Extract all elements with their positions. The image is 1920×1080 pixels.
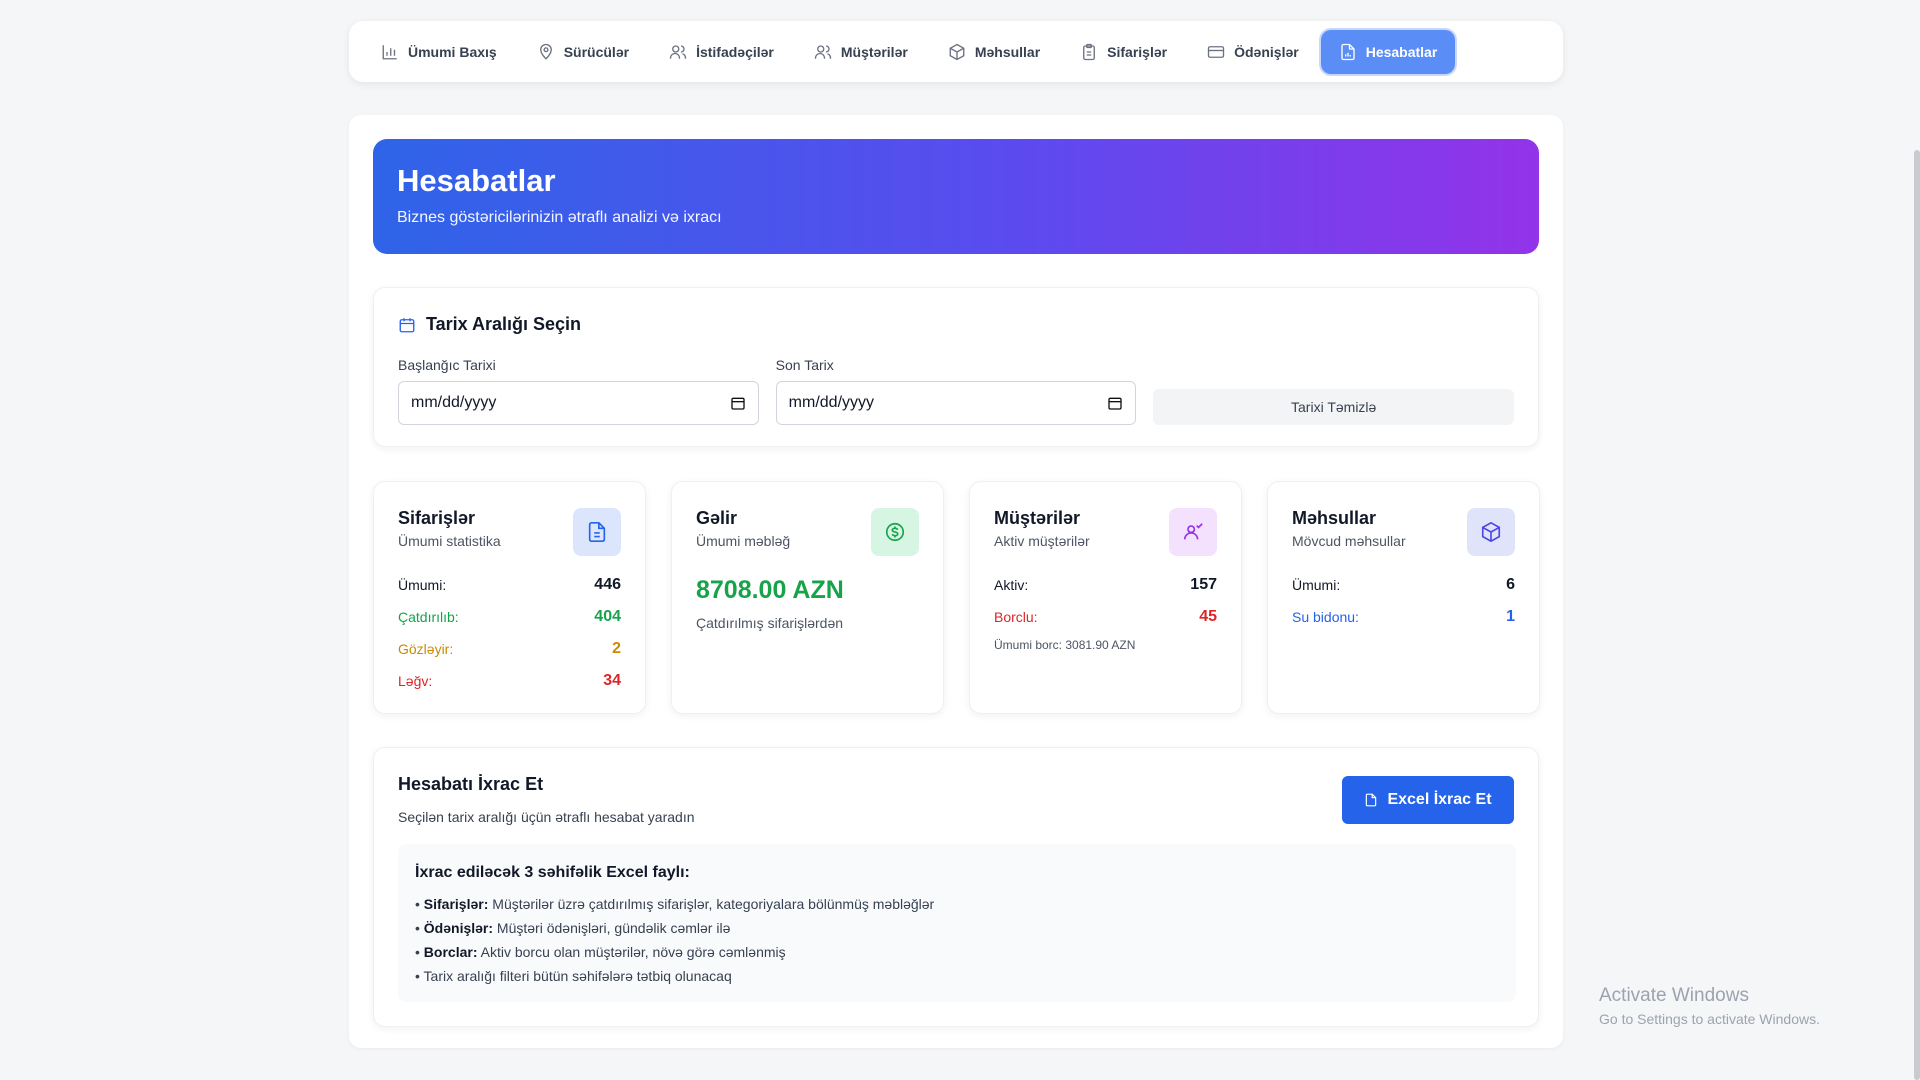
nav-item-label: Müştərilər [840,43,908,60]
stat-row-active: Aktiv: 157 [994,576,1217,594]
export-card: Hesabatı İxrac Et Seçilən tarix aralığı … [373,747,1539,1027]
stat-label: Ləğv: [398,673,433,689]
stat-title: Müştərilər [994,508,1081,528]
revenue-amount: 8708.00 AZN [696,576,844,604]
date-range-title: Tarix Aralığı Seçin [398,314,1514,335]
export-info-title: İxrac ediləcək 3 səhifəlik Excel faylı: [415,864,690,881]
nav-item-label: Sifarişlər [1107,43,1168,60]
nav-item-products[interactable]: Məhsullar [930,30,1058,74]
users-icon [669,44,687,59]
nav-item-label: Hesabatlar [1365,43,1438,60]
page-title: Hesabatlar [397,163,556,198]
nav-item-label: Məhsullar [974,43,1041,60]
list-item: • Ödənişlər: Müştəri ödənişləri, gündəli… [415,920,731,936]
stat-label: Gözləyir: [398,641,454,657]
package-icon [949,43,965,60]
list-item: • Borclar: Aktiv borcu olan müştərilər, … [415,944,786,960]
stat-subtitle: Ümumi məbləğ [696,533,791,549]
customers-stat-card: Müştərilər Aktiv müştərilər Aktiv: 157 B… [969,481,1242,714]
nav-item-payments[interactable]: Ödənişlər [1189,30,1317,74]
stat-row-total: Ümumi: 6 [1292,576,1515,594]
watermark-line: Activate Windows [1599,985,1749,1006]
excel-export-label: Excel İxrac Et [1387,791,1492,808]
stat-row-cancelled: Ləğv: 34 [398,672,621,690]
date-range-title-text: Tarix Aralığı Seçin [426,314,582,334]
main-panel: Hesabatlar Biznes göstəricilərinizin ətr… [349,115,1563,1048]
stat-row-delivered: Çatdırılıb: 404 [398,608,621,626]
watermark-line: Go to Settings to activate Windows. [1599,1011,1820,1027]
stat-row-total: Ümumi: 446 [398,576,621,594]
stat-title: Sifarişlər [398,508,476,528]
end-date-input[interactable]: mm/dd/yyyy [775,381,1137,425]
nav-item-orders[interactable]: Sifarişlər [1062,30,1185,74]
nav-item-drivers[interactable]: Sürücülər [519,30,647,74]
stat-value: 446 [594,576,621,593]
nav-item-label: Sürücülər [563,43,630,60]
windows-activation-watermark: Activate Windows Go to Settings to activ… [1599,985,1820,1027]
file-chart-icon [1341,43,1355,60]
stat-label: Çatdırılıb: [398,609,459,625]
stat-label: Aktiv: [994,577,1029,593]
excel-export-button[interactable]: Excel İxrac Et [1342,776,1514,824]
stat-subtitle: Aktiv müştərilər [994,533,1090,549]
credit-card-icon [1207,45,1225,58]
stat-row-pending: Gözləyir: 2 [398,640,621,658]
revenue-stat-card: Gəlir Ümumi məbləğ 8708.00 AZN Çatdırılm… [671,481,944,714]
stat-label: Ümumi: [398,577,447,593]
user-check-icon [1169,508,1217,556]
end-date-value: mm/dd/yyyy [788,394,875,411]
stat-subtitle: Ümumi statistika [398,533,501,549]
page-header-banner: Hesabatlar Biznes göstəricilərinizin ətr… [373,139,1539,254]
stat-value: 157 [1190,576,1217,593]
stat-label: Ümumi: [1292,577,1341,593]
end-date-label: Son Tarix [775,357,834,373]
bar-chart-icon [382,44,397,59]
stat-value: 404 [594,608,621,625]
clipboard-icon [1083,43,1096,60]
users-icon [814,44,832,59]
scrollbar[interactable] [1914,150,1920,1080]
stat-value: 1 [1506,608,1515,625]
nav-item-reports[interactable]: Hesabatlar [1320,29,1456,74]
stat-value: 45 [1199,608,1217,625]
package-icon [1467,508,1515,556]
clear-date-button[interactable]: Tarixi Təmizlə [1153,389,1515,425]
calendar-icon[interactable] [1107,395,1123,411]
list-item: • Sifarişlər: Müştərilər üzrə çatdırılmı… [415,896,935,912]
map-pin-icon [539,43,552,60]
start-date-label: Başlanğıc Tarixi [398,357,496,373]
start-date-input[interactable]: mm/dd/yyyy [398,381,759,425]
stat-value: 34 [603,672,621,689]
stat-subtitle: Mövcud məhsullar [1292,533,1406,549]
orders-stat-card: Sifarişlər Ümumi statistika Ümumi: 446 Ç… [373,481,646,714]
products-stat-card: Məhsullar Mövcud məhsullar Ümumi: 6 Su b… [1267,481,1540,714]
calendar-icon [399,317,415,332]
list-item: • Tarix aralığı filteri bütün səhifələrə… [415,968,732,984]
nav-item-overview[interactable]: Ümumi Baxış [363,30,515,74]
revenue-note: Çatdırılmış sifarişlərdən [696,615,844,631]
file-icon [1366,793,1377,807]
top-navigation: Ümumi Baxış Sürücülər İstifadəçilər Müşt… [349,21,1563,82]
stat-label: Borclu: [994,609,1038,625]
nav-item-label: Ümumi Baxış [408,43,497,60]
stat-row-debtor: Borclu: 45 [994,608,1217,626]
export-info-box: İxrac ediləcək 3 səhifəlik Excel faylı: … [398,844,1516,1002]
stat-value: 6 [1506,576,1515,593]
document-icon [573,508,621,556]
stat-label: Su bidonu: [1292,609,1359,625]
nav-item-label: Ödənişlər [1234,43,1299,60]
calendar-icon[interactable] [730,395,746,411]
nav-item-customers[interactable]: Müştərilər [796,30,926,74]
page-subtitle: Biznes göstəricilərinizin ətraflı analiz… [397,209,722,226]
dollar-icon [871,508,919,556]
nav-item-users[interactable]: İstifadəçilər [651,30,792,74]
total-debt-note: Ümumi borc: 3081.90 AZN [994,638,1136,652]
stat-value: 2 [612,640,621,657]
nav-item-label: İstifadəçilər [696,43,774,60]
stat-title: Məhsullar [1292,508,1377,528]
stat-row-water: Su bidonu: 1 [1292,608,1515,626]
start-date-value: mm/dd/yyyy [411,394,497,411]
stat-title: Gəlir [696,508,738,528]
date-range-card: Tarix Aralığı Seçin Başlanğıc Tarixi mm/… [373,287,1539,447]
